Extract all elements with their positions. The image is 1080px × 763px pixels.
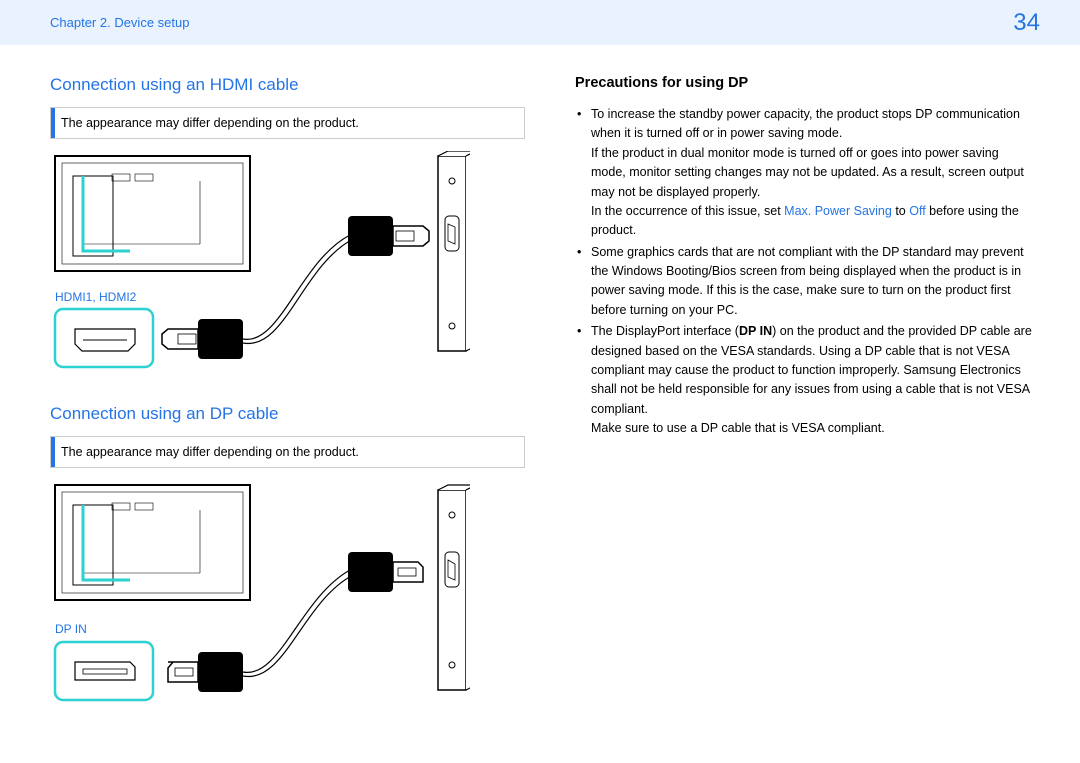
page-header: Chapter 2. Device setup 34	[0, 0, 1080, 45]
page-number: 34	[1013, 9, 1040, 37]
dp-plug-left-icon	[168, 652, 243, 692]
dp-section-title: Connection using an DP cable	[50, 404, 525, 424]
hdmi-note-box: The appearance may differ depending on t…	[50, 107, 525, 139]
off-label: Off	[909, 204, 925, 218]
chapter-label: Chapter 2. Device setup	[50, 15, 189, 30]
hdmi-plug-right-icon	[348, 216, 429, 256]
pc-tower-icon	[438, 151, 470, 351]
hdmi-plug-left-icon	[162, 319, 243, 359]
left-column: Connection using an HDMI cable The appea…	[50, 75, 525, 738]
max-power-saving-label: Max. Power Saving	[784, 204, 892, 218]
hdmi-section-title: Connection using an HDMI cable	[50, 75, 525, 95]
precautions-list: To increase the standby power capacity, …	[575, 105, 1035, 438]
pc-tower-icon-2	[438, 485, 470, 690]
hdmi-port-label-svg: HDMI1, HDMI2	[55, 290, 137, 304]
right-column: Precautions for using DP To increase the…	[575, 75, 1035, 738]
dp-in-label: DP IN	[739, 324, 772, 338]
dp-note-box: The appearance may differ depending on t…	[50, 436, 525, 468]
dp-plug-right-icon	[348, 552, 423, 592]
precautions-title: Precautions for using DP	[575, 75, 1035, 91]
precaution-item-3: The DisplayPort interface (DP IN) on the…	[575, 322, 1035, 438]
hdmi-connection-diagram: HDMI1, HDMI2	[50, 151, 525, 376]
precaution-item-1: To increase the standby power capacity, …	[575, 105, 1035, 241]
dp-connection-diagram: DP IN	[50, 480, 525, 710]
precaution-item-2: Some graphics cards that are not complia…	[575, 243, 1035, 321]
page-content: Connection using an HDMI cable The appea…	[0, 45, 1080, 738]
dp-port-label-svg: DP IN	[55, 622, 87, 636]
